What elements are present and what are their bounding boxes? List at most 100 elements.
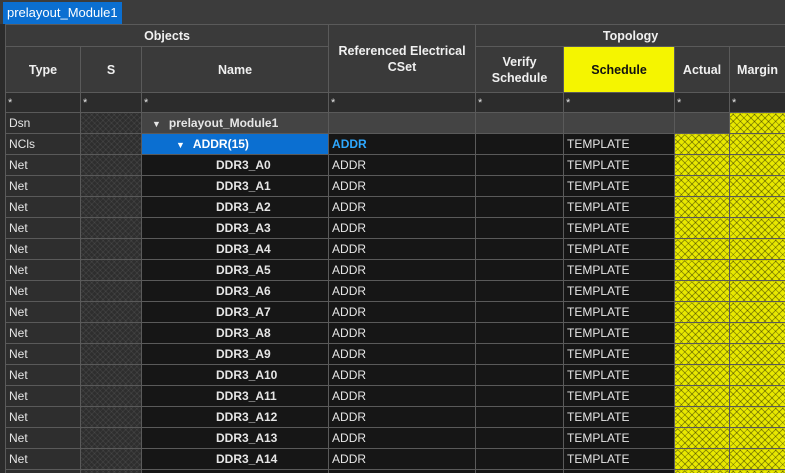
name-cell[interactable]: DDR3_A8 — [140, 322, 330, 344]
verify-cell[interactable] — [475, 364, 565, 386]
cset-cell[interactable]: ADDR — [328, 322, 477, 344]
name-cell[interactable]: DDR3_A4 — [140, 238, 330, 260]
name-cell[interactable]: DDR3_A10 — [140, 364, 330, 386]
cset-cell[interactable]: ADDR — [328, 406, 477, 428]
verify-cell[interactable] — [475, 427, 565, 449]
filter-verify[interactable]: * — [475, 92, 565, 113]
name-cell[interactable]: ▼ prelayout_Module1 — [140, 112, 330, 134]
name-cell[interactable]: DDR3_A9 — [140, 343, 330, 365]
table-row[interactable]: Net DDR3_A3 ADDR TEMPLATE — [5, 217, 785, 239]
cset-cell[interactable]: ADDR — [328, 175, 477, 197]
cset-cell[interactable] — [328, 112, 477, 134]
schedule-cell[interactable]: TEMPLATE — [563, 259, 676, 281]
schedule-cell[interactable]: TEMPLATE — [563, 427, 676, 449]
name-cell[interactable]: DDR3_A1 — [140, 175, 330, 197]
name-cell[interactable]: DDR3_A0 — [140, 154, 330, 176]
filter-type[interactable]: * — [5, 92, 81, 113]
collapse-triangle-icon[interactable]: ▼ — [152, 119, 161, 129]
table-row[interactable]: Net DDR3_A0 ADDR TEMPLATE — [5, 154, 785, 176]
filter-schedule[interactable]: * — [563, 92, 676, 113]
filter-name[interactable]: * — [140, 92, 330, 113]
cset-cell[interactable]: ADDR — [328, 385, 477, 407]
schedule-cell[interactable] — [563, 112, 676, 134]
verify-cell[interactable] — [475, 133, 565, 155]
name-cell[interactable]: DDR3_A7 — [140, 301, 330, 323]
actual-header[interactable]: Actual — [674, 46, 731, 93]
table-row[interactable]: Net DDR3_A10 ADDR TEMPLATE — [5, 364, 785, 386]
table-row[interactable]: Net DDR3_A8 ADDR TEMPLATE — [5, 322, 785, 344]
schedule-header[interactable]: Schedule — [563, 46, 676, 93]
cset-cell[interactable]: ADDR — [328, 343, 477, 365]
schedule-cell[interactable]: TEMPLATE — [563, 343, 676, 365]
s-header[interactable]: S — [80, 46, 142, 93]
name-cell[interactable]: DDR3_A11 — [140, 385, 330, 407]
collapse-triangle-icon[interactable]: ▼ — [176, 140, 185, 150]
schedule-cell[interactable]: TEMPLATE — [563, 175, 676, 197]
verify-cell[interactable] — [475, 322, 565, 344]
filter-actual[interactable]: * — [674, 92, 731, 113]
schedule-cell[interactable]: TEMPLATE — [563, 133, 676, 155]
verify-cell[interactable] — [475, 196, 565, 218]
table-row[interactable]: Net DDR3_A1 ADDR TEMPLATE — [5, 175, 785, 197]
name-cell[interactable]: DDR3_A12 — [140, 406, 330, 428]
schedule-cell[interactable]: TEMPLATE — [563, 196, 676, 218]
cset-cell[interactable]: ADDR — [328, 133, 477, 155]
tab-prelayout-module1[interactable]: prelayout_Module1 — [3, 2, 122, 24]
verify-cell[interactable] — [475, 112, 565, 134]
cset-cell[interactable]: ADDR — [328, 364, 477, 386]
cset-cell[interactable]: ADDR — [328, 301, 477, 323]
table-row[interactable]: Net DDR3_A6 ADDR TEMPLATE — [5, 280, 785, 302]
verify-cell[interactable] — [475, 469, 565, 473]
cset-cell[interactable]: ADDR — [328, 280, 477, 302]
margin-header[interactable]: Margin — [729, 46, 785, 93]
verify-cell[interactable] — [475, 301, 565, 323]
name-cell[interactable]: DDR3_A3 — [140, 217, 330, 239]
name-cell[interactable]: DDR3_A13 — [140, 427, 330, 449]
table-row[interactable]: Net DDR3_A12 ADDR TEMPLATE — [5, 406, 785, 428]
cset-cell[interactable]: ADDR — [328, 196, 477, 218]
table-row[interactable]: Dsn ▼ prelayout_Module1 — [5, 112, 785, 134]
name-cell[interactable]: DDR3_A6 — [140, 280, 330, 302]
filter-margin[interactable]: * — [729, 92, 785, 113]
cset-cell[interactable]: ADDR — [328, 154, 477, 176]
filter-cset[interactable]: * — [328, 92, 477, 113]
name-cell[interactable]: DDR3_A2 — [140, 196, 330, 218]
schedule-cell[interactable]: TEMPLATE — [563, 280, 676, 302]
verify-cell[interactable] — [475, 238, 565, 260]
verify-cell[interactable] — [475, 217, 565, 239]
schedule-cell[interactable] — [563, 469, 676, 473]
table-row[interactable]: Net DDR3_A5 ADDR TEMPLATE — [5, 259, 785, 281]
name-cell-selected[interactable]: ▼ ADDR(15) — [140, 133, 330, 155]
name-cell[interactable]: DDR3_A14 — [140, 448, 330, 470]
type-header[interactable]: Type — [5, 46, 81, 93]
schedule-cell[interactable]: TEMPLATE — [563, 406, 676, 428]
verify-cell[interactable] — [475, 406, 565, 428]
name-header[interactable]: Name — [140, 46, 330, 93]
verify-schedule-header[interactable]: Verify Schedule — [475, 46, 565, 93]
table-row[interactable]: Net DDR3_A14 ADDR TEMPLATE — [5, 448, 785, 470]
verify-cell[interactable] — [475, 343, 565, 365]
schedule-cell[interactable]: TEMPLATE — [563, 385, 676, 407]
table-row[interactable]: Net — [5, 469, 785, 473]
table-row[interactable]: NCls ▼ ADDR(15) ADDR TEMPLATE — [5, 133, 785, 155]
table-row[interactable]: Net DDR3_A7 ADDR TEMPLATE — [5, 301, 785, 323]
cset-cell[interactable] — [328, 469, 477, 473]
name-cell[interactable] — [140, 469, 330, 473]
cset-cell[interactable]: ADDR — [328, 427, 477, 449]
table-row[interactable]: Net DDR3_A13 ADDR TEMPLATE — [5, 427, 785, 449]
schedule-cell[interactable]: TEMPLATE — [563, 322, 676, 344]
verify-cell[interactable] — [475, 280, 565, 302]
schedule-cell[interactable]: TEMPLATE — [563, 364, 676, 386]
verify-cell[interactable] — [475, 448, 565, 470]
schedule-cell[interactable]: TEMPLATE — [563, 448, 676, 470]
table-row[interactable]: Net DDR3_A4 ADDR TEMPLATE — [5, 238, 785, 260]
table-row[interactable]: Net DDR3_A11 ADDR TEMPLATE — [5, 385, 785, 407]
schedule-cell[interactable]: TEMPLATE — [563, 217, 676, 239]
schedule-cell[interactable]: TEMPLATE — [563, 238, 676, 260]
name-cell[interactable]: DDR3_A5 — [140, 259, 330, 281]
cset-cell[interactable]: ADDR — [328, 448, 477, 470]
schedule-cell[interactable]: TEMPLATE — [563, 154, 676, 176]
cset-cell[interactable]: ADDR — [328, 238, 477, 260]
cset-cell[interactable]: ADDR — [328, 217, 477, 239]
verify-cell[interactable] — [475, 175, 565, 197]
